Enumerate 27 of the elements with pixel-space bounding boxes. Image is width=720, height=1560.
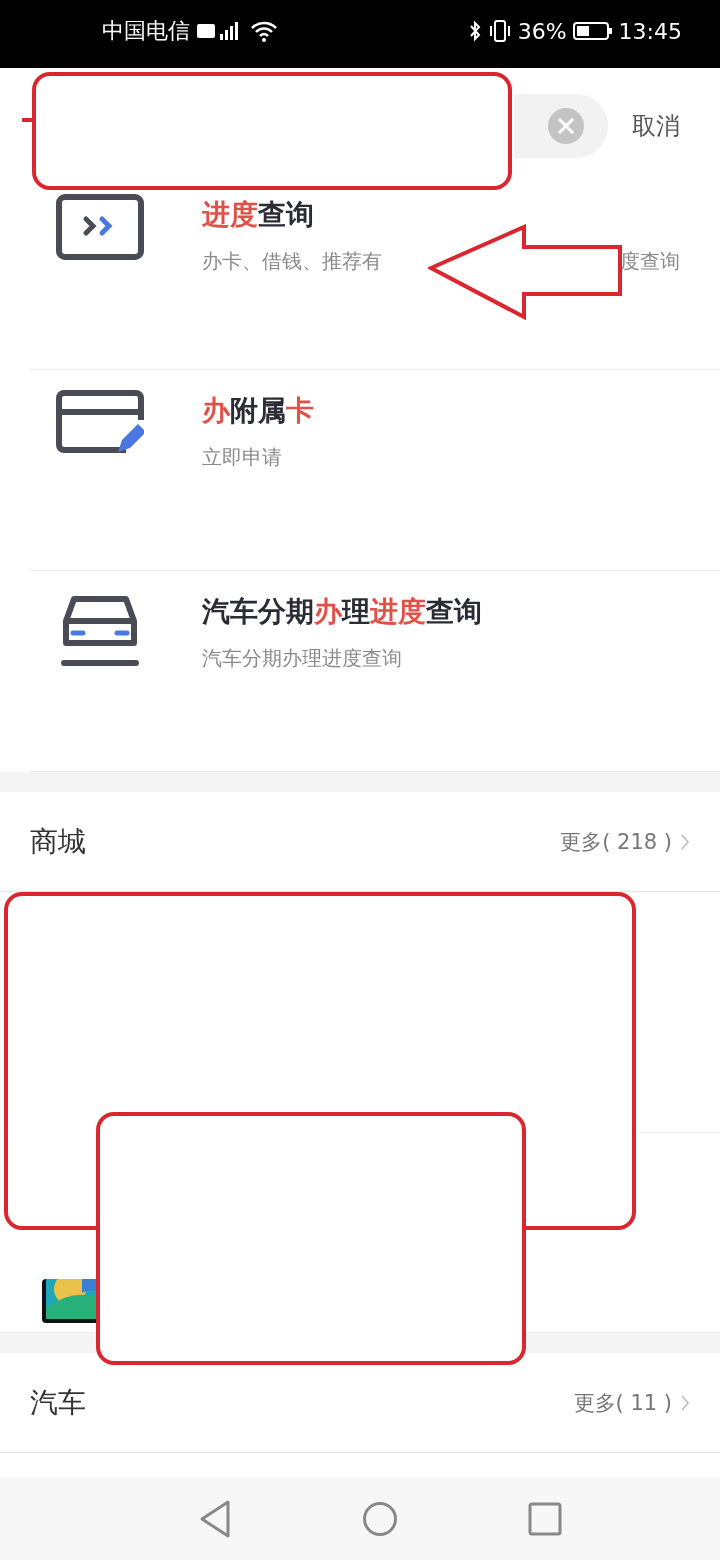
chevron-icon	[680, 832, 690, 851]
battery-icon	[572, 19, 613, 43]
carrier-name: 中国电信	[102, 17, 190, 45]
chevron-icon	[680, 1393, 690, 1412]
back-icon	[198, 1499, 232, 1539]
more-link[interactable]: 更多( 218 )	[560, 827, 690, 856]
clear-icon	[548, 108, 584, 144]
battery-level: 36%	[517, 18, 567, 44]
annotation-mark	[22, 118, 32, 122]
section-title: 汽车	[30, 1384, 86, 1421]
result-title[interactable]: 办附属卡	[202, 392, 314, 430]
result-subtitle: 度查询	[620, 248, 680, 275]
cancel-button[interactable]: 取消	[632, 110, 680, 142]
wifi-icon	[250, 19, 278, 43]
result-subtitle: 办卡、借钱、推荐有	[202, 248, 382, 275]
search-field[interactable]	[514, 94, 608, 158]
result-title[interactable]: 汽车分期办理进度查询	[202, 593, 482, 631]
home-icon	[362, 1501, 398, 1537]
result-subtitle: 汽车分期办理进度查询	[202, 645, 402, 672]
result-subtitle: 立即申请	[202, 444, 282, 471]
recents-icon	[528, 1502, 562, 1536]
section-title: 商城	[30, 823, 86, 860]
bluetooth-icon	[467, 19, 482, 43]
more-link[interactable]: 更多( 11 )	[573, 1388, 690, 1417]
vibrate-icon	[487, 19, 512, 43]
clock: 13:45	[618, 18, 682, 44]
result-title[interactable]: 进度查询	[202, 196, 314, 234]
